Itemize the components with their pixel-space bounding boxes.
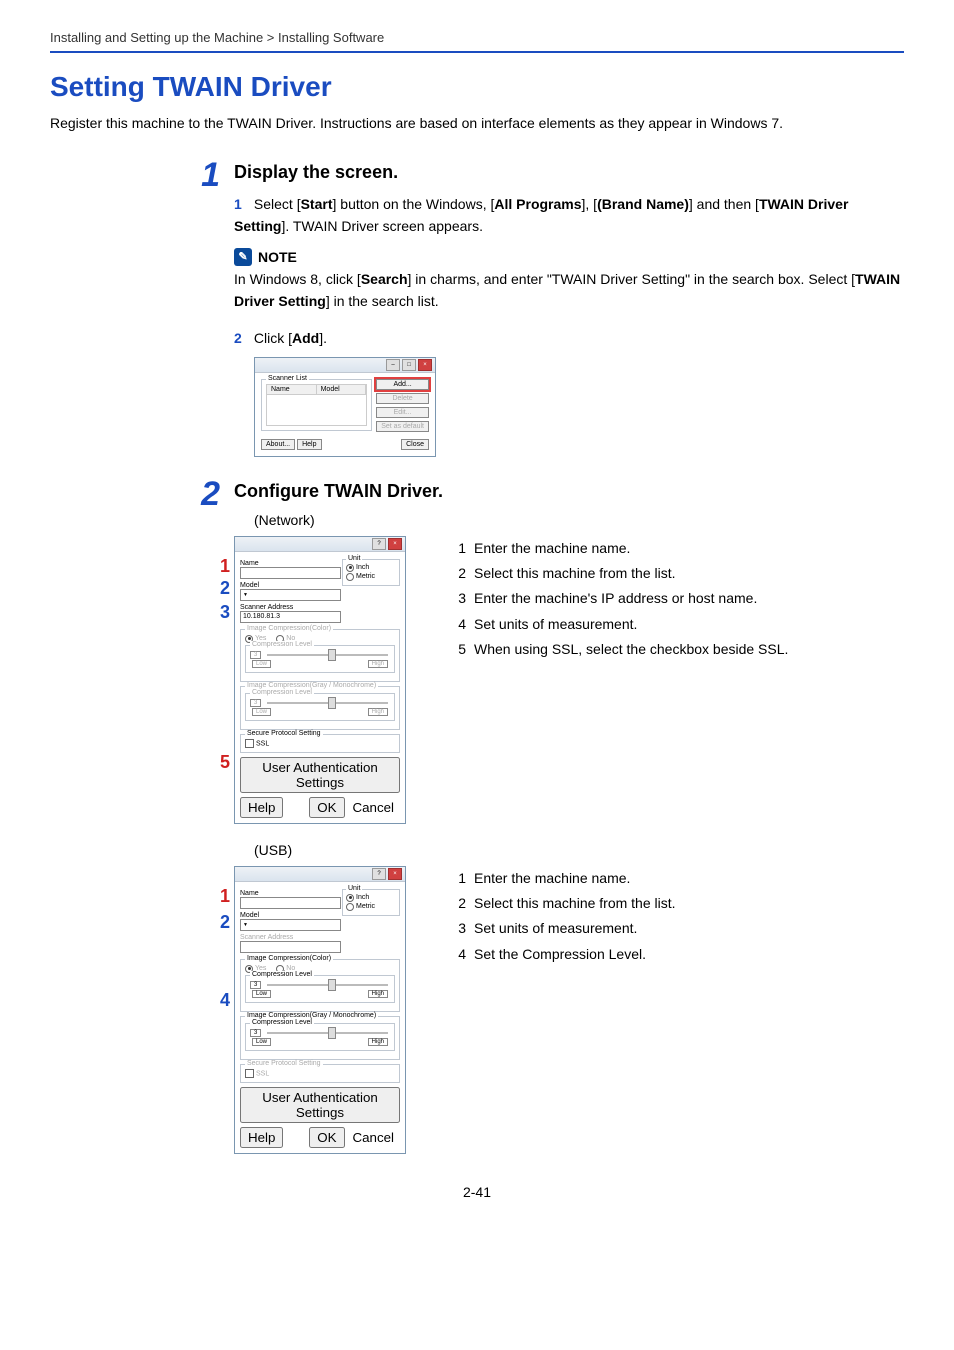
cancel-button[interactable]: Cancel: [347, 1129, 401, 1146]
sub-num: 2: [234, 327, 250, 349]
close-button[interactable]: ×: [388, 868, 402, 880]
step1-heading: Display the screen.: [234, 162, 904, 183]
secure-protocol-label: Secure Protocol Setting: [245, 1060, 323, 1067]
minimize-button[interactable]: –: [386, 359, 400, 371]
help-button[interactable]: Help: [240, 1127, 283, 1148]
scanner-address-input[interactable]: 10.180.81.3: [240, 611, 341, 623]
add-button[interactable]: Add...: [376, 379, 429, 390]
network-caption: (Network): [254, 512, 904, 528]
metric-radio[interactable]: [346, 903, 354, 911]
callout-2: 2: [220, 578, 230, 599]
model-select[interactable]: [240, 919, 341, 931]
network-callout-list: 1Enter the machine name. 2Select this ma…: [454, 536, 788, 824]
close-button[interactable]: ×: [418, 359, 432, 371]
callout-4-usb: 4: [220, 990, 230, 1011]
img-comp-color-label: Image Compression(Color): [245, 625, 333, 632]
close-button[interactable]: ×: [388, 538, 402, 550]
unit-group: Unit Inch Metric: [342, 889, 400, 916]
twain-config-dialog-network: ?× Name Model Scanner Address 10.180.81.…: [234, 536, 406, 824]
col-model[interactable]: Model: [317, 385, 367, 394]
inch-radio[interactable]: [346, 564, 354, 572]
ssl-checkbox: [245, 1069, 254, 1078]
metric-radio[interactable]: [346, 573, 354, 581]
help-button[interactable]: Help: [297, 439, 321, 450]
usb-caption: (USB): [254, 842, 904, 858]
cancel-button[interactable]: Cancel: [347, 799, 401, 816]
note-text: In Windows 8, click [Search] in charms, …: [234, 268, 904, 313]
compression-slider[interactable]: [328, 979, 336, 991]
help-icon[interactable]: ?: [372, 538, 386, 550]
delete-button[interactable]: Delete: [376, 393, 429, 404]
scanner-list-area[interactable]: [266, 395, 367, 426]
scanner-list-label: Scanner List: [266, 375, 309, 382]
scanner-address-label: Scanner Address: [240, 604, 400, 611]
callout-3: 3: [220, 602, 230, 623]
callout-1: 1: [220, 556, 230, 577]
help-icon[interactable]: ?: [372, 868, 386, 880]
user-auth-button[interactable]: User Authentication Settings: [240, 1087, 400, 1123]
img-comp-gray-label: Image Compression(Gray / Monochrome): [245, 1012, 378, 1019]
step1-sub2: 2 Click [Add].: [234, 327, 904, 349]
note-icon: [234, 248, 252, 266]
sub-num: 1: [234, 193, 250, 215]
scanner-address-label: Scanner Address: [240, 934, 400, 941]
ok-button[interactable]: OK: [309, 797, 344, 818]
set-default-button[interactable]: Set as default: [376, 421, 429, 432]
unit-group: Unit Inch Metric: [342, 559, 400, 586]
maximize-button[interactable]: □: [402, 359, 416, 371]
edit-button[interactable]: Edit...: [376, 407, 429, 418]
col-name[interactable]: Name: [267, 385, 317, 394]
note-label: NOTE: [258, 249, 297, 265]
step-number-1: 1: [180, 158, 234, 457]
name-input[interactable]: [240, 567, 341, 579]
twain-config-dialog-usb: ?× Name Model Scanner Address Unit Inch: [234, 866, 406, 1154]
name-input[interactable]: [240, 897, 341, 909]
model-select[interactable]: [240, 589, 341, 601]
step1-sub1: 1 Select [Start] button on the Windows, …: [234, 193, 904, 238]
usb-callout-list: 1Enter the machine name. 2Select this ma…: [454, 866, 676, 1154]
img-comp-color-label: Image Compression(Color): [245, 955, 333, 962]
ok-button[interactable]: OK: [309, 1127, 344, 1148]
scanner-address-input: [240, 941, 341, 953]
compression-slider-gray[interactable]: [328, 1027, 336, 1039]
img-comp-gray-label: Image Compression(Gray / Monochrome): [245, 682, 378, 689]
intro-text: Register this machine to the TWAIN Drive…: [50, 113, 904, 134]
about-button[interactable]: About...: [261, 439, 295, 450]
callout-2-usb: 2: [220, 912, 230, 933]
step2-heading: Configure TWAIN Driver.: [234, 481, 904, 502]
callout-5: 5: [220, 752, 230, 773]
user-auth-button[interactable]: User Authentication Settings: [240, 757, 400, 793]
callout-1-usb: 1: [220, 886, 230, 907]
page-title: Setting TWAIN Driver: [50, 71, 904, 103]
ssl-checkbox[interactable]: [245, 739, 254, 748]
inch-radio[interactable]: [346, 894, 354, 902]
scanner-list-dialog: – □ × Scanner List Name Model: [254, 357, 436, 457]
page-number: 2-41: [50, 1184, 904, 1200]
help-button[interactable]: Help: [240, 797, 283, 818]
note-box: NOTE In Windows 8, click [Search] in cha…: [234, 248, 904, 313]
close-dialog-button[interactable]: Close: [401, 439, 429, 450]
breadcrumb: Installing and Setting up the Machine > …: [50, 30, 904, 53]
secure-protocol-label: Secure Protocol Setting: [245, 730, 323, 737]
